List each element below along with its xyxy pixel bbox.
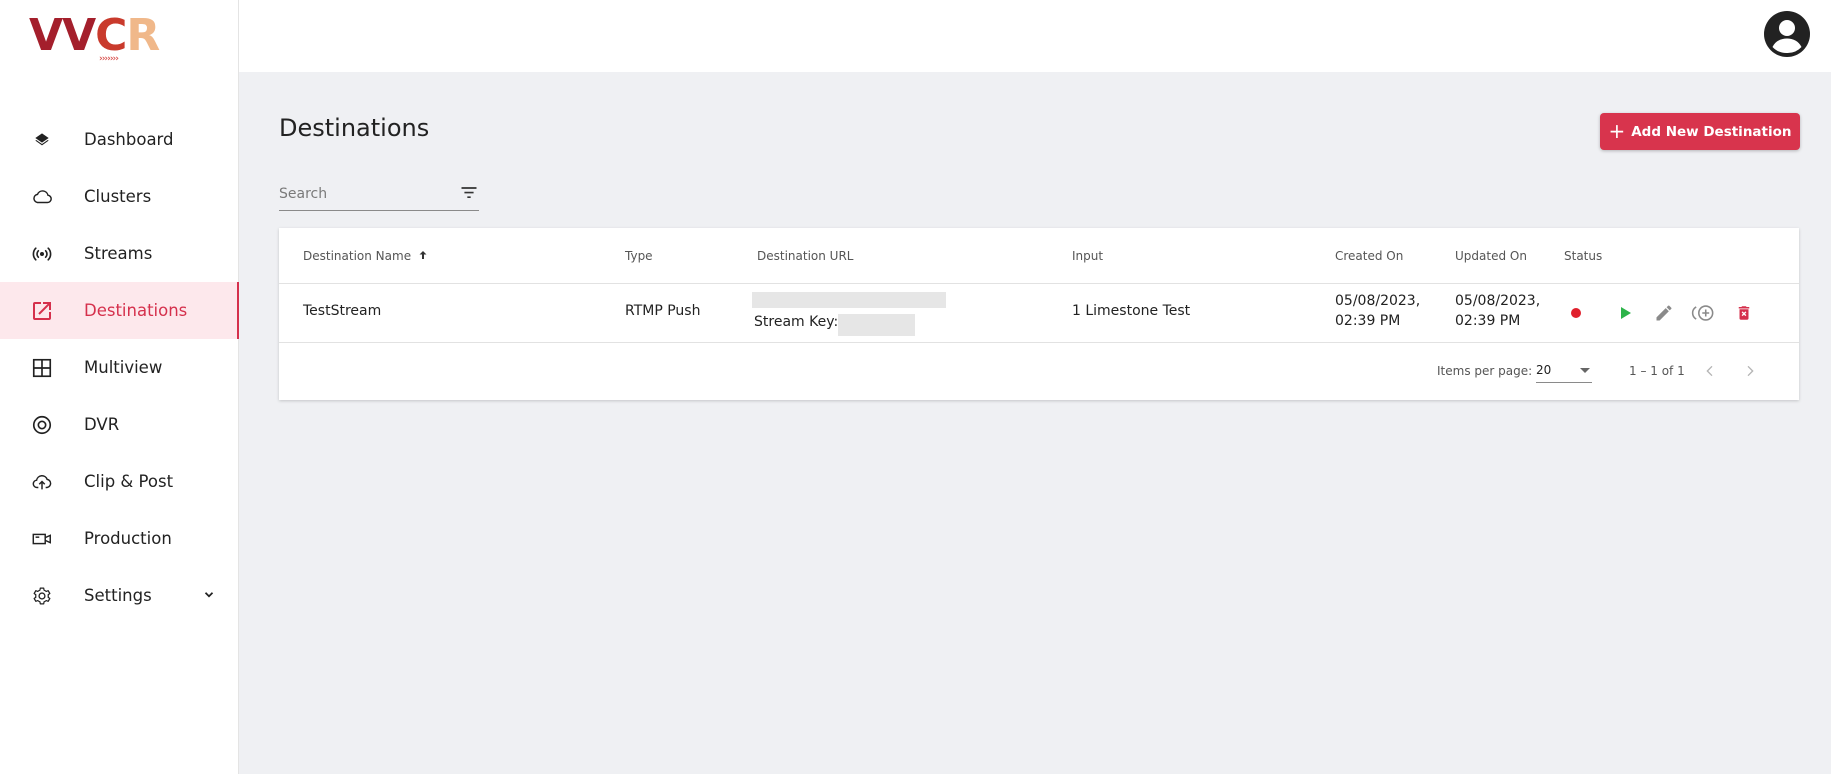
sidebar-item-label: Clip & Post <box>84 472 174 491</box>
stream-key-label: Stream Key: <box>754 314 839 330</box>
search-field <box>279 180 479 211</box>
cell-created-date: 05/08/2023, <box>1335 293 1421 309</box>
sidebar-item-label: Dashboard <box>84 130 174 149</box>
sort-arrow-up-icon <box>419 251 427 259</box>
redacted-destination-url <box>752 292 946 308</box>
dropdown-caret-icon <box>1580 368 1590 373</box>
main-content: Destinations + Add New Destination Desti… <box>239 72 1831 774</box>
sidebar-item-production[interactable]: Production <box>0 510 238 567</box>
sidebar-item-label: Streams <box>84 244 153 263</box>
sidebar-item-clusters[interactable]: Clusters <box>0 168 238 225</box>
column-header-destination-name[interactable]: Destination Name <box>303 249 429 263</box>
sidebar-item-label: DVR <box>84 415 120 434</box>
cell-updated-date: 05/08/2023, <box>1455 293 1541 309</box>
column-header-input[interactable]: Input <box>1072 249 1103 263</box>
filter-icon[interactable] <box>459 183 479 207</box>
page-range-label: 1 – 1 of 1 <box>1629 364 1685 378</box>
table-row[interactable]: TestStream RTMP Push Stream Key: 1 Limes… <box>279 283 1799 343</box>
redacted-stream-key <box>838 314 915 336</box>
account-circle-icon[interactable] <box>1763 10 1811 58</box>
sidebar-item-multiview[interactable]: Multiview <box>0 339 238 396</box>
sidebar-item-label: Settings <box>84 586 152 605</box>
open-in-new-icon <box>30 299 54 323</box>
sidebar-item-dashboard[interactable]: Dashboard <box>0 111 238 168</box>
chevron-down-icon[interactable] <box>202 586 216 605</box>
column-header-type[interactable]: Type <box>625 249 653 263</box>
plus-icon: + <box>1608 118 1626 143</box>
sidebar-item-label: Multiview <box>84 358 163 377</box>
column-header-destination-url[interactable]: Destination URL <box>757 249 853 263</box>
add-circle-icon[interactable] <box>1691 302 1717 324</box>
add-button-label: Add New Destination <box>1631 123 1792 140</box>
paginator: Items per page: 20 1 – 1 of 1 <box>279 343 1799 400</box>
column-header-created-on[interactable]: Created On <box>1335 249 1403 263</box>
cell-input: 1 Limestone Test <box>1072 303 1191 319</box>
sidebar-nav: Dashboard Clusters Streams Destinations … <box>0 111 239 624</box>
layers-icon <box>30 128 54 152</box>
page-title: Destinations <box>279 114 430 142</box>
vvcr-logo[interactable]: VVCR ››››››› <box>29 14 160 65</box>
destinations-table: Destination Name Type Destination URL In… <box>279 228 1799 400</box>
next-page-button[interactable] <box>1737 358 1763 384</box>
sidebar-item-clip-post[interactable]: Clip & Post <box>0 453 238 510</box>
chevron-left-icon <box>1706 365 1713 377</box>
play-icon[interactable] <box>1614 302 1636 324</box>
grid-icon <box>30 356 54 380</box>
top-bar <box>239 0 1831 72</box>
record-icon <box>30 413 54 437</box>
sidebar-item-label: Production <box>84 529 172 548</box>
previous-page-button[interactable] <box>1697 358 1723 384</box>
column-header-updated-on[interactable]: Updated On <box>1455 249 1527 263</box>
items-per-page-label: Items per page: <box>1437 364 1533 378</box>
cell-updated-time: 02:39 PM <box>1455 313 1521 329</box>
sidebar: VVCR ››››››› Dashboard Clusters Streams <box>0 0 239 774</box>
items-per-page-select[interactable]: 20 <box>1536 358 1592 383</box>
sidebar-item-dvr[interactable]: DVR <box>0 396 238 453</box>
search-input[interactable] <box>279 180 449 208</box>
broadcast-icon <box>30 242 54 266</box>
cell-destination-name: TestStream <box>303 303 382 319</box>
sidebar-item-streams[interactable]: Streams <box>0 225 238 282</box>
cloud-upload-icon <box>30 470 54 494</box>
sidebar-item-label: Destinations <box>84 301 188 320</box>
cell-created-time: 02:39 PM <box>1335 313 1401 329</box>
video-camera-icon <box>30 527 54 551</box>
gear-icon <box>30 584 54 608</box>
sidebar-item-settings[interactable]: Settings <box>0 567 238 624</box>
cloud-icon <box>30 185 54 209</box>
status-indicator <box>1571 308 1581 318</box>
sidebar-item-label: Clusters <box>84 187 152 206</box>
column-header-status[interactable]: Status <box>1564 249 1602 263</box>
chevron-right-icon <box>1747 365 1754 377</box>
delete-icon[interactable] <box>1733 302 1755 324</box>
sidebar-item-destinations[interactable]: Destinations <box>0 282 239 339</box>
edit-icon[interactable] <box>1653 302 1675 324</box>
table-header: Destination Name Type Destination URL In… <box>279 228 1799 284</box>
cell-type: RTMP Push <box>625 303 701 319</box>
logo-arrows: ››››››› <box>99 54 119 64</box>
add-new-destination-button[interactable]: + Add New Destination <box>1600 113 1800 150</box>
